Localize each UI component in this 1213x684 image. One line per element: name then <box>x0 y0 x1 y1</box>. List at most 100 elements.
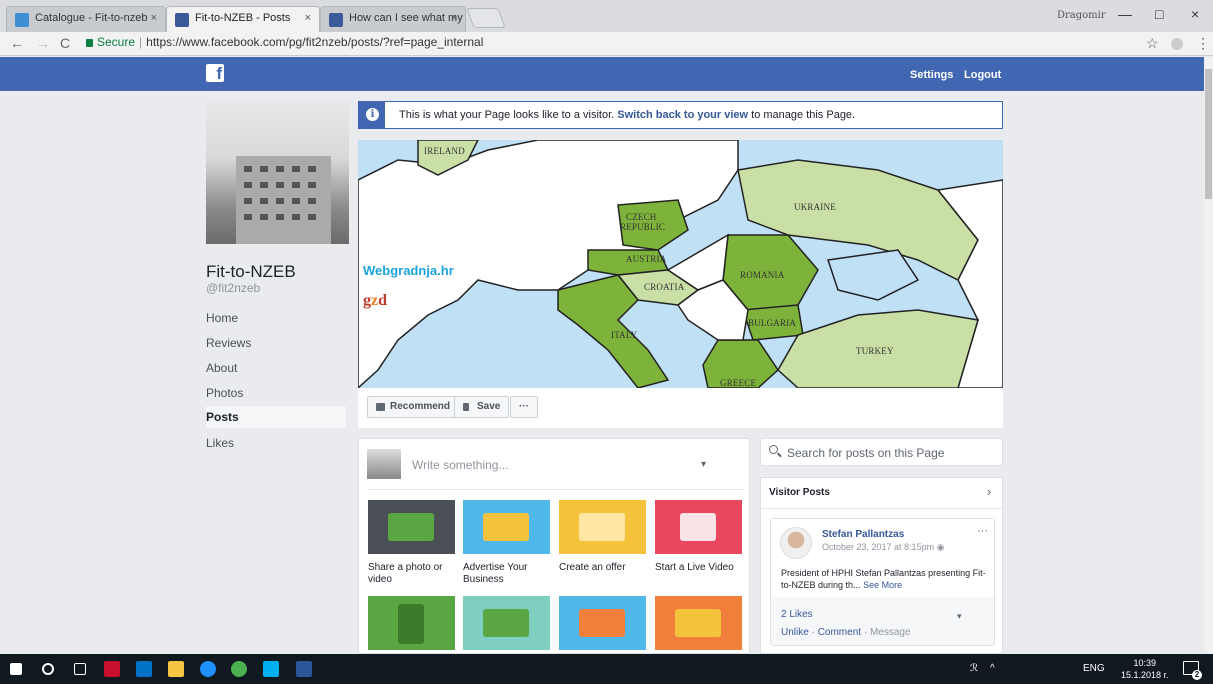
unlike-link[interactable]: Unlike <box>781 627 809 638</box>
avatar[interactable] <box>780 527 812 559</box>
facebook-header: f Settings Logout <box>0 57 1204 91</box>
page-scrollbar[interactable] <box>1204 57 1213 654</box>
facebook-logo-icon[interactable]: f <box>206 64 224 82</box>
share-photo-tile[interactable] <box>368 500 455 554</box>
post-as-dropdown-icon[interactable]: ▾ <box>701 459 706 470</box>
scrollbar-thumb[interactable] <box>1205 69 1212 199</box>
info-icon: i <box>359 102 385 128</box>
map-label-italy: Italy <box>611 330 638 340</box>
site-favicon <box>15 13 29 27</box>
event-tile[interactable] <box>655 596 742 650</box>
new-tab-button[interactable] <box>466 8 506 28</box>
search-icon[interactable] <box>42 663 54 675</box>
sidebar-item-about[interactable]: About <box>206 357 346 379</box>
likes-count-link[interactable]: 2 Likes <box>781 609 813 620</box>
save-button[interactable]: Save <box>454 396 510 418</box>
sidebar-item-reviews[interactable]: Reviews <box>206 332 346 354</box>
tab-close-icon[interactable]: × <box>305 12 311 24</box>
map-label-republic: Republic <box>620 222 666 232</box>
post-author-link[interactable]: Stefan Pallantzas <box>822 529 904 540</box>
minimize-icon[interactable]: — <box>1118 6 1132 22</box>
sidebar-item-home[interactable]: Home <box>206 307 346 329</box>
globe-icon: ◉ <box>936 542 945 552</box>
profile-picture[interactable] <box>206 101 349 244</box>
file-explorer-icon[interactable] <box>168 661 184 677</box>
chrome-icon[interactable] <box>231 661 247 677</box>
map-label-bulgaria: Bulgaria <box>748 318 797 328</box>
map-label-ukraine: Ukraine <box>794 202 836 212</box>
post-timestamp[interactable]: October 23, 2017 at 8:15pm ◉ <box>822 542 944 553</box>
task-view-icon[interactable] <box>74 663 86 675</box>
post-options-icon[interactable]: ··· <box>977 525 988 537</box>
live-video-tile[interactable] <box>655 500 742 554</box>
search-icon <box>769 445 778 454</box>
back-arrow-icon[interactable]: ← <box>10 35 24 51</box>
forward-arrow-icon[interactable]: → <box>36 35 50 51</box>
divider <box>761 508 1002 509</box>
url-separator: | <box>139 35 143 49</box>
system-clock[interactable]: 10:39 15.1.2018 r. <box>1121 657 1169 681</box>
live-video-label[interactable]: Start a Live Video <box>655 562 745 574</box>
create-offer-label[interactable]: Create an offer <box>559 562 649 574</box>
browser-menu-icon[interactable]: ⋮ <box>1196 35 1210 52</box>
audience-dropdown-icon[interactable]: ▾ <box>957 611 962 622</box>
see-more-link[interactable]: See More <box>863 580 902 590</box>
location-tile[interactable] <box>559 596 646 650</box>
extension-icon[interactable] <box>1171 38 1183 50</box>
map-label-czech: Czech <box>626 212 657 222</box>
advertise-tile[interactable] <box>463 500 550 554</box>
maximize-icon[interactable]: □ <box>1155 6 1163 22</box>
visitor-view-banner: i This is what your Page looks like to a… <box>358 101 1003 129</box>
word-icon[interactable] <box>296 661 312 677</box>
secure-label: Secure <box>97 35 136 49</box>
message-link[interactable]: Message <box>870 627 911 638</box>
tab-close-icon[interactable]: × <box>151 12 157 24</box>
notification-icon[interactable]: 2 <box>1183 661 1202 680</box>
message-tile[interactable] <box>463 596 550 650</box>
edge-icon[interactable] <box>200 661 216 677</box>
skype-icon[interactable] <box>263 661 279 677</box>
advertise-label[interactable]: Advertise Your Business <box>463 562 553 586</box>
people-icon[interactable]: ℛ <box>970 663 978 674</box>
settings-link[interactable]: Settings <box>910 69 953 81</box>
create-offer-tile[interactable] <box>559 500 646 554</box>
logout-link[interactable]: Logout <box>964 69 1001 81</box>
tab-close-icon[interactable]: × <box>451 12 457 24</box>
building-photo <box>236 156 331 244</box>
page-title[interactable]: Fit-to-NZEB <box>206 262 296 282</box>
tray-chevron-icon[interactable]: ^ <box>990 663 995 674</box>
visitor-posts-title[interactable]: Visitor Posts <box>769 487 830 498</box>
bookmark-star-icon[interactable]: ☆ <box>1146 35 1159 52</box>
outlook-icon[interactable] <box>136 661 152 677</box>
switch-view-link[interactable]: Switch back to your view <box>617 109 748 121</box>
call-tile[interactable] <box>368 596 455 650</box>
tab-help[interactable]: How can I see what my P × <box>320 6 466 32</box>
map-label-greece: Greece <box>720 378 757 388</box>
cover-photo-map[interactable]: Ireland Czech Republic Austria Croatia I… <box>358 140 1003 388</box>
language-indicator[interactable]: ENG <box>1083 663 1105 674</box>
comment-link[interactable]: Comment <box>818 627 861 638</box>
tab-catalogue[interactable]: Catalogue - Fit-to-nzeb × <box>6 6 166 32</box>
reload-icon[interactable]: C <box>60 35 70 51</box>
sidebar-item-likes[interactable]: Likes <box>206 432 346 454</box>
page-handle: @fit2nzeb <box>206 281 261 295</box>
chevron-right-icon[interactable]: › <box>987 484 991 499</box>
sidebar-item-photos[interactable]: Photos <box>206 382 346 404</box>
post-body: Stefan Pallantzas October 23, 2017 at 8:… <box>771 519 994 597</box>
more-options-button[interactable]: ··· <box>510 396 538 418</box>
facebook-favicon <box>329 13 343 27</box>
close-window-icon[interactable]: × <box>1191 6 1199 22</box>
recommend-button[interactable]: Recommend <box>367 396 460 418</box>
write-something-input[interactable]: Write something... <box>412 458 508 472</box>
search-posts-input[interactable]: Search for posts on this Page <box>760 438 1003 466</box>
address-bar: ← → C Secure | https://www.facebook.com/pg… <box>0 32 1213 56</box>
share-photo-label[interactable]: Share a photo or video <box>368 562 458 586</box>
url-field[interactable]: Secure | https://www.facebook.com/pg/fit2n… <box>86 35 483 49</box>
map-label-ireland: Ireland <box>424 146 465 156</box>
map-label-turkey: Turkey <box>856 346 894 356</box>
sidebar-item-posts[interactable]: Posts <box>206 406 346 428</box>
flag-icon[interactable] <box>104 661 120 677</box>
tab-posts[interactable]: Fit-to-NZEB - Posts × <box>166 6 320 32</box>
windows-start-icon[interactable] <box>10 663 22 675</box>
page-action-row: Recommend Save ··· <box>358 388 1003 428</box>
